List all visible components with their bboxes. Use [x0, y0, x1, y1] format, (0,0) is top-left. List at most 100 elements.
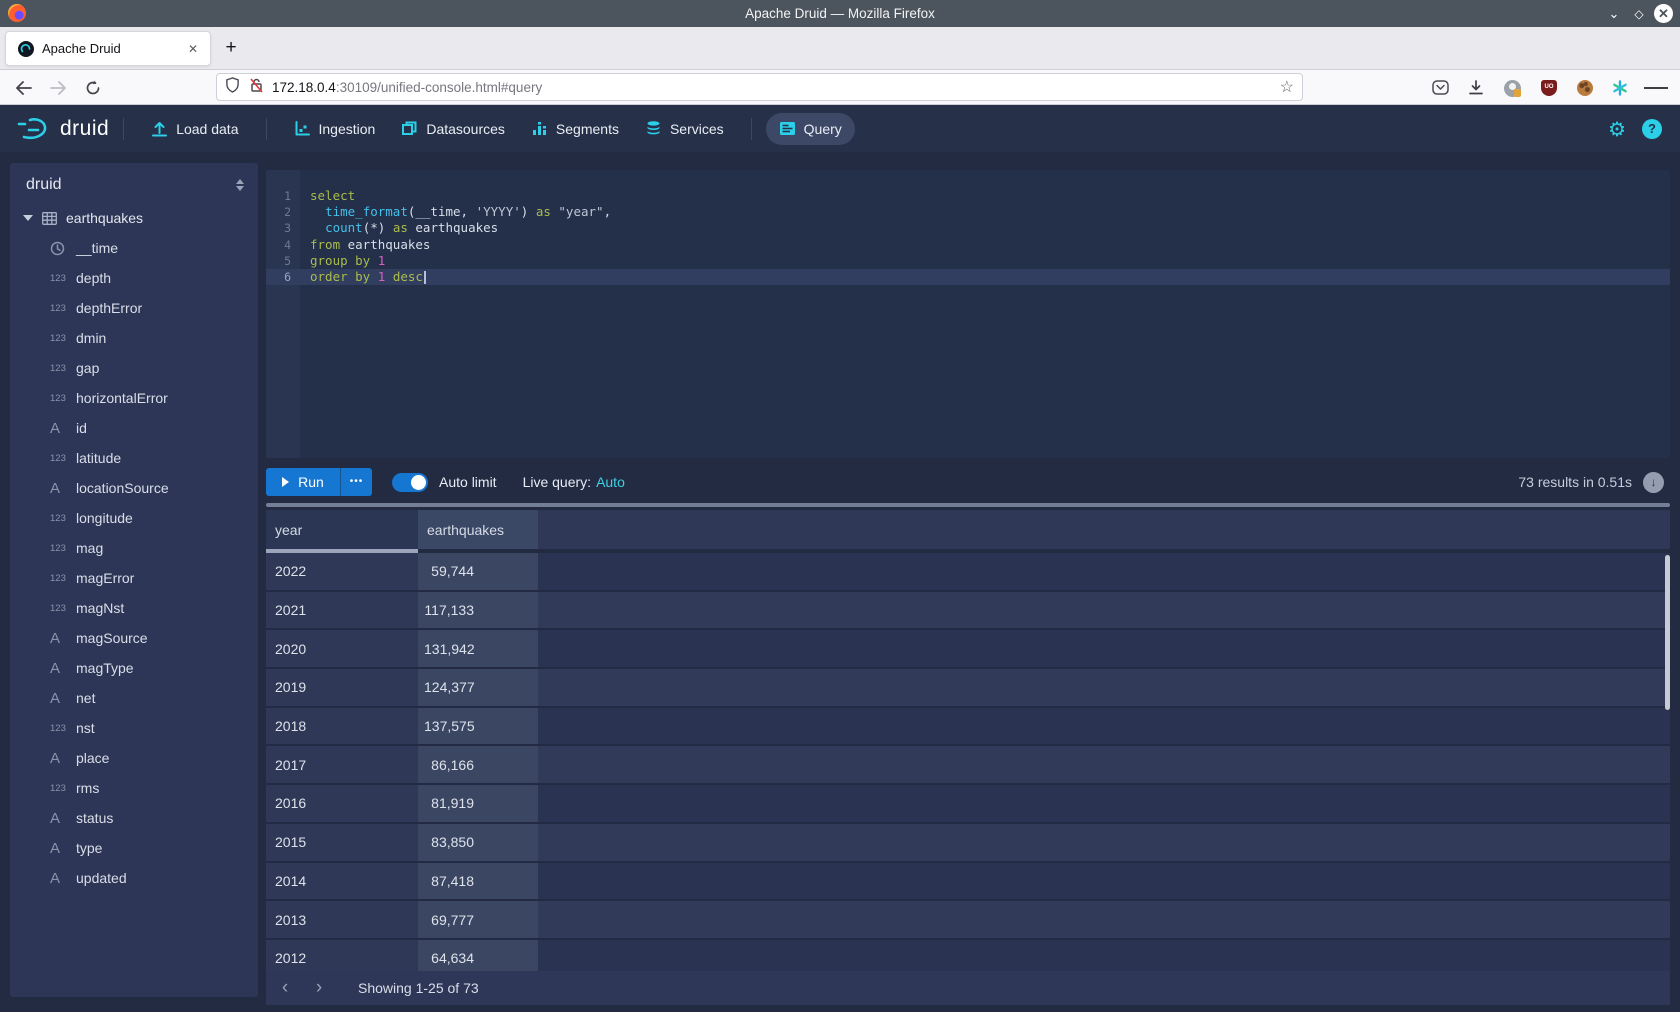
nav-item-label: Query: [804, 121, 842, 137]
nav-separator: [266, 118, 267, 140]
privacy-extension-icon[interactable]: [1500, 76, 1524, 100]
prev-page-button[interactable]: ‹: [274, 971, 296, 1005]
result-row-2016[interactable]: 201681,919: [266, 785, 1670, 824]
column-header-earthquakes[interactable]: earthquakes: [418, 510, 538, 549]
field-net[interactable]: Anet: [10, 683, 258, 713]
field-longitude[interactable]: 123longitude: [10, 503, 258, 533]
field-magNst[interactable]: 123magNst: [10, 593, 258, 623]
next-page-button[interactable]: ›: [308, 971, 330, 1005]
row-filler: [538, 669, 1670, 706]
vertical-scrollbar[interactable]: [1665, 555, 1670, 710]
field-dmin[interactable]: 123dmin: [10, 323, 258, 353]
segments-icon: [531, 120, 548, 137]
field-locationSource[interactable]: AlocationSource: [10, 473, 258, 503]
auto-limit-label: Auto limit: [439, 474, 497, 490]
download-icon[interactable]: [1464, 76, 1488, 100]
sort-order-icon[interactable]: [236, 179, 244, 191]
result-row-2014[interactable]: 201487,418: [266, 863, 1670, 902]
nav-item-datasources[interactable]: Datasources: [388, 113, 518, 145]
result-row-2015[interactable]: 201583,850: [266, 824, 1670, 863]
bookmark-star-icon[interactable]: ☆: [1280, 77, 1294, 97]
asterisk-extension-icon[interactable]: [1608, 76, 1632, 100]
field-depthError[interactable]: 123depthError: [10, 293, 258, 323]
field-nst[interactable]: 123nst: [10, 713, 258, 743]
field-label: updated: [76, 870, 127, 886]
field-latitude[interactable]: 123latitude: [10, 443, 258, 473]
result-row-2019[interactable]: 2019124,377: [266, 669, 1670, 708]
line-number: 1: [266, 188, 300, 204]
new-tab-button[interactable]: +: [218, 35, 244, 61]
field-label: latitude: [76, 450, 121, 466]
field-rms[interactable]: 123rms: [10, 773, 258, 803]
url-bar[interactable]: 172.18.0.4:30109/unified-console.html#qu…: [216, 73, 1303, 101]
nav-item-services[interactable]: Services: [632, 113, 737, 145]
field-magSource[interactable]: AmagSource: [10, 623, 258, 653]
tab-close-icon[interactable]: ✕: [184, 40, 202, 58]
shield-icon[interactable]: [225, 77, 240, 98]
field-label: nst: [76, 720, 95, 736]
window-minimize-button[interactable]: ⌄: [1604, 4, 1624, 24]
result-row-2021[interactable]: 2021117,133: [266, 592, 1670, 631]
run-button[interactable]: Run: [266, 468, 340, 496]
nav-item-load-data[interactable]: Load data: [138, 113, 251, 145]
row-filler: [538, 708, 1670, 745]
settings-gear-icon[interactable]: ⚙: [1608, 117, 1626, 141]
column-header-year[interactable]: year: [266, 510, 418, 549]
help-icon[interactable]: ?: [1642, 119, 1662, 139]
header-filler: [538, 510, 1670, 549]
field-place[interactable]: Aplace: [10, 743, 258, 773]
field-gap[interactable]: 123gap: [10, 353, 258, 383]
nav-item-label: Ingestion: [319, 121, 376, 137]
forward-button[interactable]: [47, 77, 69, 99]
field-id[interactable]: Aid: [10, 413, 258, 443]
window-close-button[interactable]: ✕: [1654, 4, 1673, 23]
line-number: 3: [266, 220, 300, 236]
ublock-icon[interactable]: UO: [1537, 76, 1561, 100]
nav-item-query[interactable]: Query: [766, 113, 855, 145]
result-row-2013[interactable]: 201369,777: [266, 901, 1670, 940]
cell-year: 2013: [266, 901, 418, 938]
play-icon: [282, 477, 289, 487]
field-depth[interactable]: 123depth: [10, 263, 258, 293]
code-text: from earthquakes: [300, 237, 430, 253]
field-__time[interactable]: __time: [10, 233, 258, 263]
field-mag[interactable]: 123mag: [10, 533, 258, 563]
horizontal-scrollbar[interactable]: [266, 503, 1670, 507]
result-row-2020[interactable]: 2020131,942: [266, 630, 1670, 669]
editor-line-6: 6order by 1 desc: [266, 269, 1670, 285]
nav-item-ingestion[interactable]: Ingestion: [281, 113, 389, 145]
field-label: horizontalError: [76, 390, 168, 406]
browser-tab[interactable]: Apache Druid ✕: [5, 31, 211, 66]
result-row-2018[interactable]: 2018137,575: [266, 708, 1670, 747]
field-label: dmin: [76, 330, 106, 346]
menu-icon[interactable]: [1644, 76, 1668, 100]
download-results-icon[interactable]: ↓: [1643, 472, 1664, 493]
reload-button[interactable]: [82, 77, 104, 99]
field-updated[interactable]: Aupdated: [10, 863, 258, 893]
field-magType[interactable]: AmagType: [10, 653, 258, 683]
cookie-extension-icon[interactable]: [1573, 76, 1597, 100]
field-label: place: [76, 750, 109, 766]
pocket-icon[interactable]: [1428, 76, 1452, 100]
druid-logo-icon: [16, 116, 52, 142]
field-status[interactable]: Astatus: [10, 803, 258, 833]
insecure-padlock-icon[interactable]: [249, 77, 264, 98]
field-horizontalError[interactable]: 123horizontalError: [10, 383, 258, 413]
back-button[interactable]: [12, 77, 34, 99]
field-magError[interactable]: 123magError: [10, 563, 258, 593]
result-row-2017[interactable]: 201786,166: [266, 746, 1670, 785]
live-query-value-link[interactable]: Auto: [596, 474, 625, 490]
run-more-button[interactable]: •••: [340, 468, 372, 496]
auto-limit-toggle[interactable]: [392, 473, 428, 492]
field-label: net: [76, 690, 95, 706]
live-query-label: Live query:: [523, 474, 591, 490]
result-row-2022[interactable]: 202259,744: [266, 553, 1670, 592]
nav-item-segments[interactable]: Segments: [518, 113, 632, 145]
result-row-2012[interactable]: 201264,634: [266, 940, 1670, 971]
datasource-earthquakes[interactable]: earthquakes: [10, 203, 258, 233]
window-maximize-button[interactable]: ◇: [1629, 4, 1649, 24]
chevron-down-icon[interactable]: [23, 215, 33, 221]
druid-brand[interactable]: druid: [16, 116, 109, 142]
field-type[interactable]: Atype: [10, 833, 258, 863]
sql-editor[interactable]: 1select2 time_format(__time, 'YYYY') as …: [266, 170, 1670, 458]
